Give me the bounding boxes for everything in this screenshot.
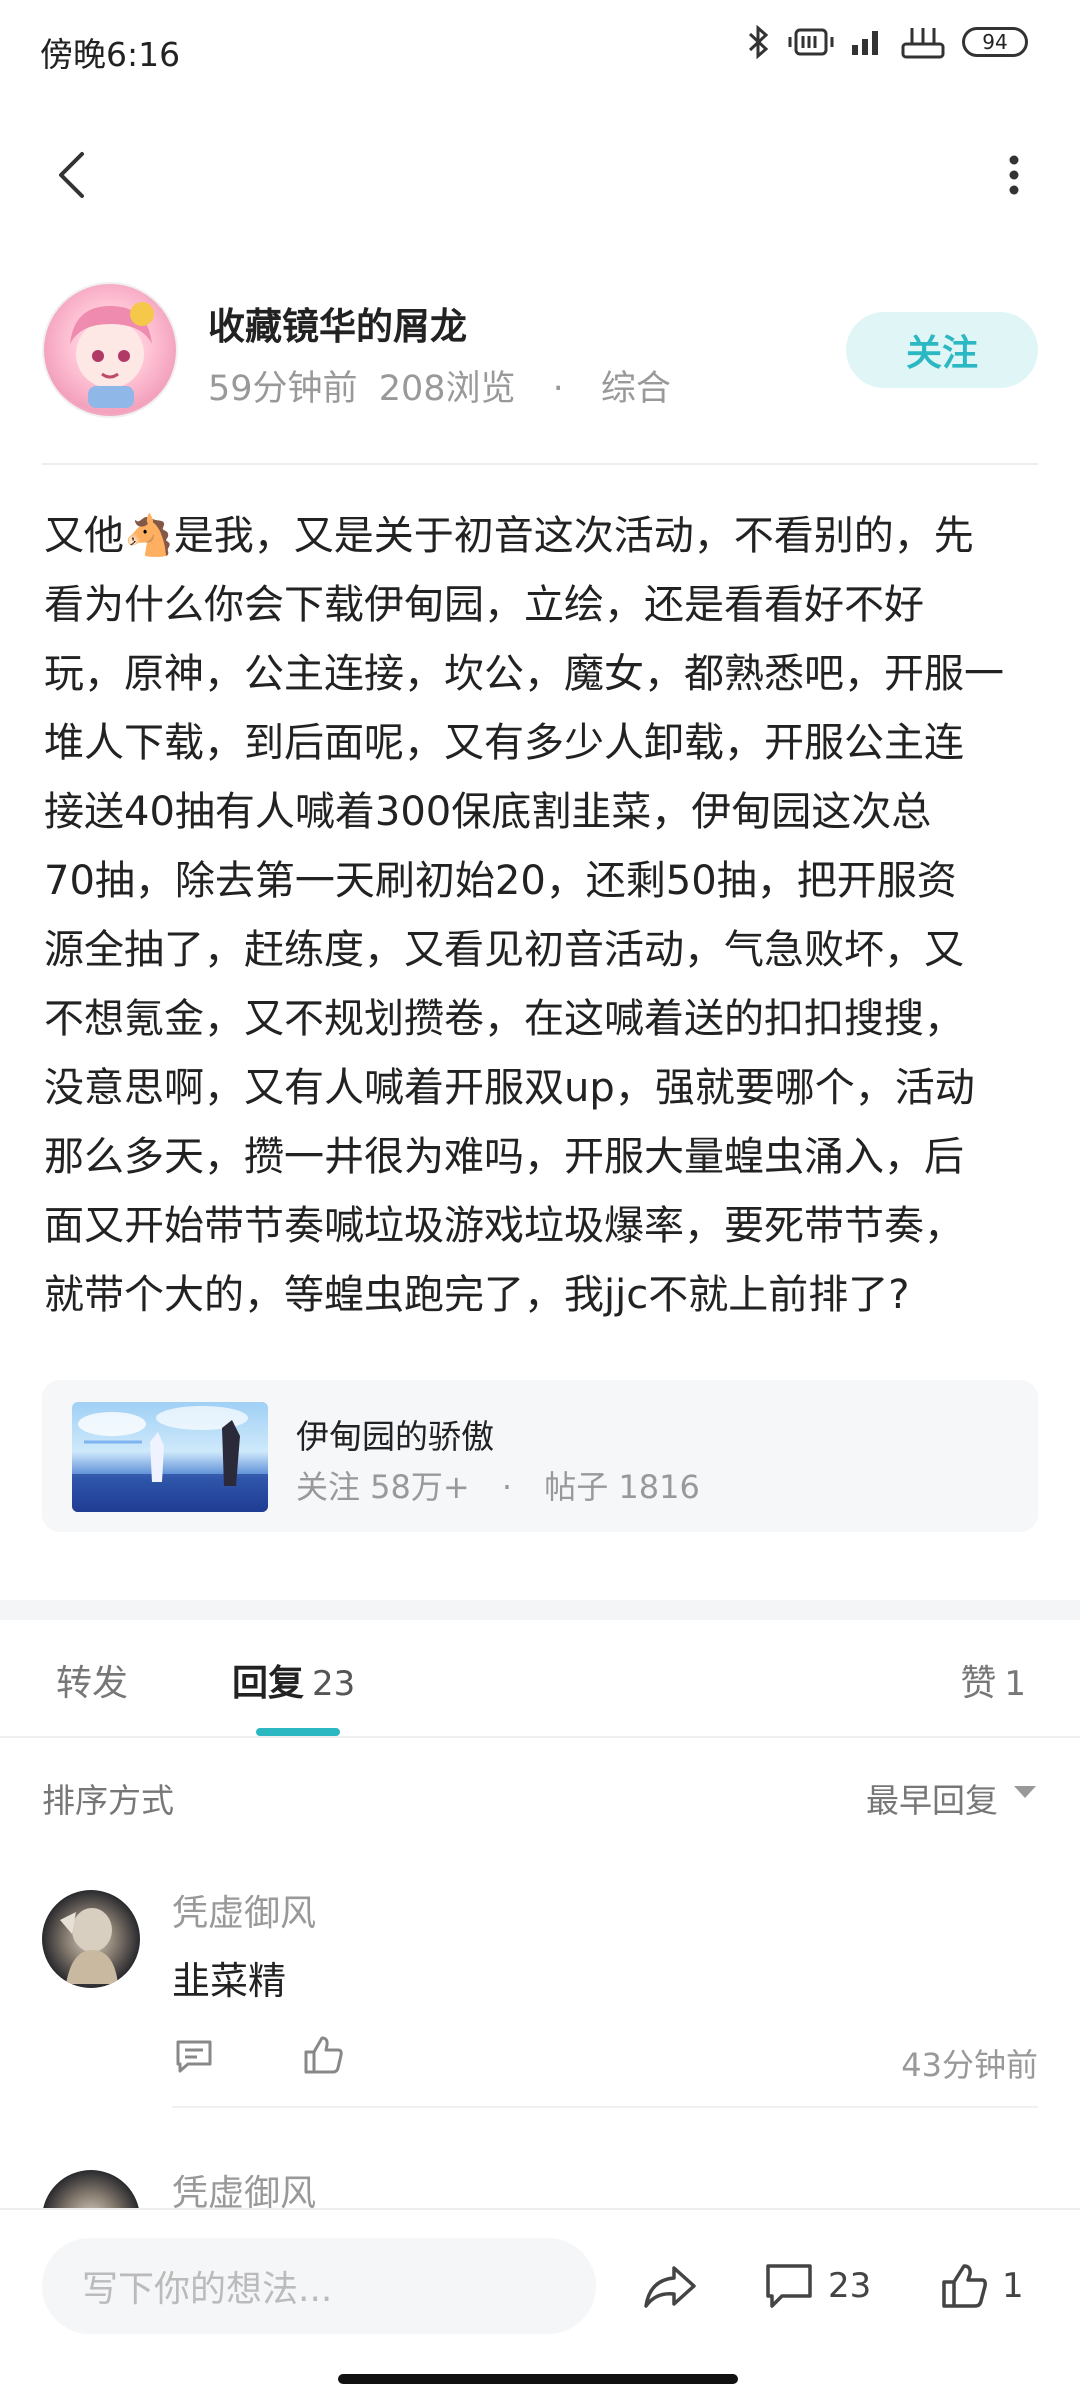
home-indicator[interactable] (338, 2374, 738, 2384)
tab-reply-count: 23 (312, 1664, 356, 1704)
like-count: 1 (1002, 2266, 1024, 2306)
interaction-tabs: 转发 回复 23 赞1 (0, 1620, 1080, 1740)
commenter-avatar[interactable] (42, 1890, 140, 1988)
like-count-button[interactable]: 1 (940, 2254, 1024, 2318)
bottom-action-bar: 写下你的想法... 23 1 (0, 2208, 1080, 2360)
post-line: 接送40抽有人喊着300保底割韭菜，伊甸园这次总 (44, 789, 932, 835)
section-gap (0, 1600, 1080, 1620)
commenter-avatar[interactable] (42, 2170, 140, 2208)
vibrate-icon (788, 28, 834, 56)
forum-stats: 关注 58万+ · 帖子 1816 (296, 1462, 700, 1508)
tab-like-count: 1 (1004, 1664, 1026, 1704)
post-line: 面又开始带节奏喊垃圾游戏垃圾爆率，要死带节奏， (44, 1203, 964, 1249)
header-divider (42, 463, 1038, 465)
status-icons: 94 (746, 24, 1028, 60)
forum-thumbnail (72, 1402, 268, 1512)
comment-divider (172, 2106, 1038, 2108)
tab-forward-label: 转发 (56, 1663, 129, 1704)
meta-separator: · (552, 369, 564, 409)
follow-button[interactable]: 关注 (846, 312, 1038, 388)
post-line: 又他🐴是我，又是关于初音这次活动，不看别的，先 (44, 513, 974, 559)
post-line: 没意思啊，又有人喊着开服双up，强就要哪个，活动 (44, 1065, 975, 1111)
active-tab-indicator (256, 1728, 340, 1736)
comment-actions: 43分钟前 (172, 2030, 1038, 2090)
post-content: 又他🐴是我，又是关于初音这次活动，不看别的，先 看为什么你会下载伊甸园，立绘，还… (44, 502, 1044, 1330)
comment-time: 43分钟前 (901, 2046, 1038, 2084)
status-time: 傍晚6:16 (40, 35, 181, 74)
tab-forward[interactable]: 转发 (56, 1654, 128, 1706)
post-line: 70抽，除去第一天刷初始20，还剩50抽，把开服资 (44, 858, 957, 904)
wifi-router-icon (901, 28, 945, 59)
avatar-illustration (60, 1908, 118, 1984)
avatar-illustration (70, 302, 154, 408)
author-avatar[interactable] (42, 282, 178, 418)
forum-separator: · (501, 1468, 513, 1506)
tab-reply[interactable]: 回复 23 (232, 1654, 355, 1706)
comment-icon (766, 2264, 812, 2308)
post-line: 源全抽了，赶练度，又看见初音活动，气急败坏，又 (44, 927, 964, 973)
post-meta: 59分钟前 208浏览 · 综合 (208, 360, 671, 411)
tab-reply-label: 回复 (232, 1663, 305, 1704)
top-navigation (0, 120, 1080, 230)
post-line: 玩，原神，公主连接，坎公，魔女，都熟悉吧，开服一 (44, 651, 1004, 697)
post-line: 那么多天，攒一井很为难吗，开服大量蝗虫涌入，后 (44, 1134, 964, 1180)
comment-item: 凭虚御风 (0, 2160, 1080, 2208)
more-vertical-icon (1009, 155, 1019, 195)
author-name[interactable]: 收藏镜华的屑龙 (208, 296, 467, 350)
commenter-name[interactable]: 凭虚御风 (172, 2164, 316, 2208)
chevron-left-icon (59, 152, 84, 198)
post-line: 堆人下载，到后面呢，又有多少人卸载，开服公主连 (44, 720, 964, 766)
forum-thumbnail-art (72, 1406, 268, 1512)
comment-count: 23 (828, 2266, 872, 2306)
tab-like[interactable]: 赞1 (960, 1654, 1026, 1706)
thumbs-up-icon (942, 2264, 987, 2308)
post-line: 就带个大的，等蝗虫跑完了，我jjc不就上前排了? (44, 1272, 910, 1318)
bluetooth-icon (748, 25, 769, 59)
caret-down-icon[interactable] (1014, 1786, 1036, 1798)
forum-card[interactable]: 伊甸园的骄傲 关注 58万+ · 帖子 1816 (42, 1380, 1038, 1532)
battery-indicator: 94 (962, 27, 1028, 57)
comment-count-button[interactable]: 23 (764, 2254, 871, 2318)
tabs-divider (0, 1736, 1080, 1738)
thumbs-up-icon[interactable] (302, 2034, 344, 2076)
share-icon[interactable] (640, 2256, 700, 2316)
more-options-button[interactable] (984, 140, 1044, 210)
post-time: 59分钟前 (208, 369, 358, 409)
sort-label: 排序方式 (42, 1781, 174, 1820)
comment-input[interactable]: 写下你的想法... (42, 2238, 596, 2334)
author-header: 收藏镜华的屑龙 59分钟前 208浏览 · 综合 关注 (42, 280, 1038, 420)
post-line: 看为什么你会下载伊甸园，立绘，还是看看好不好 (44, 582, 924, 628)
status-bar: 傍晚6:16 94 (0, 0, 1080, 100)
post-category: 综合 (600, 369, 671, 409)
signal-icon (852, 31, 878, 55)
forum-followers: 关注 58万+ (296, 1468, 470, 1506)
post-line: 不想氪金，又不规划攒卷，在这喊着送的扣扣搜搜， (44, 996, 964, 1042)
forum-posts: 帖子 1816 (544, 1468, 700, 1506)
comment-text: 韭菜精 (172, 1959, 287, 2003)
reply-icon[interactable] (174, 2036, 214, 2076)
post-views: 208浏览 (378, 369, 516, 409)
forum-name: 伊甸园的骄傲 (296, 1417, 494, 1456)
tab-like-label: 赞 (960, 1663, 997, 1704)
sort-dropdown[interactable]: 最早回复 (866, 1774, 998, 1822)
sort-row: 排序方式 最早回复 (42, 1770, 1038, 1820)
comment-item: 凭虚御风 韭菜精 43分钟前 (0, 1880, 1080, 2140)
back-button[interactable] (36, 140, 106, 210)
commenter-name[interactable]: 凭虚御风 (172, 1884, 316, 1936)
